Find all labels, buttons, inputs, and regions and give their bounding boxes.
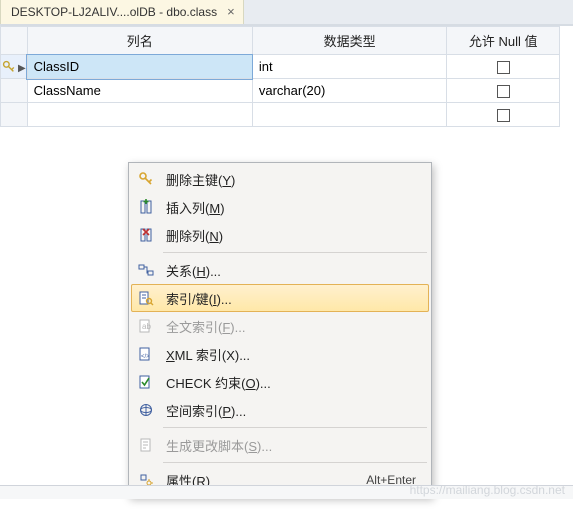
menu-item-delete-col[interactable]: 删除列(N) <box>131 221 429 249</box>
cell-data-type[interactable]: varchar(20) <box>252 79 447 103</box>
tab-title: DESKTOP-LJ2ALIV....olDB - dbo.class <box>11 5 217 19</box>
cell-allow-null[interactable] <box>447 103 560 127</box>
menu-item-label: XML 索引(X)... <box>160 345 422 364</box>
cell-allow-null[interactable] <box>447 55 560 79</box>
spatial-icon <box>132 399 160 421</box>
menu-item-label: 删除主键(Y) <box>160 170 422 189</box>
checkbox-icon[interactable] <box>497 109 510 122</box>
table-row[interactable]: ClassNamevarchar(20) <box>1 79 560 103</box>
key-icon <box>132 168 160 190</box>
cell-column-name[interactable]: ClassName <box>27 79 252 103</box>
menu-item-spatial[interactable]: 空间索引(P)... <box>131 396 429 424</box>
relation-icon <box>132 259 160 281</box>
svg-text:</>: </> <box>141 354 150 360</box>
menu-item-check[interactable]: CHECK 约束(O)... <box>131 368 429 396</box>
menu-item-label: 关系(H)... <box>160 261 422 280</box>
context-menu: 删除主键(Y) 插入列(M) 删除列(N) 关系(H)... 索引/键(I)... ab 全… <box>128 162 432 497</box>
menu-item-label: 全文索引(F)... <box>160 317 422 336</box>
close-icon[interactable]: × <box>225 4 237 19</box>
row-indicator-icon: ▶ <box>18 63 26 74</box>
menu-separator <box>163 427 427 428</box>
delete-col-icon <box>132 224 160 246</box>
menu-item-label: CHECK 约束(O)... <box>160 373 422 392</box>
cell-data-type[interactable]: int <box>252 55 447 79</box>
menu-separator <box>163 252 427 253</box>
insert-col-icon <box>132 196 160 218</box>
checkbox-icon[interactable] <box>497 85 510 98</box>
cell-column-name[interactable] <box>27 103 252 127</box>
column-header-name[interactable]: 列名 <box>27 27 252 55</box>
menu-item-insert-col[interactable]: 插入列(M) <box>131 193 429 221</box>
menu-item-remove-pk[interactable]: 删除主键(Y) <box>131 165 429 193</box>
index-icon <box>132 287 160 309</box>
menu-item-fulltext: ab 全文索引(F)... <box>131 312 429 340</box>
table-row[interactable] <box>1 103 560 127</box>
primary-key-icon <box>2 60 16 74</box>
menu-item-xmlindex[interactable]: </> XML 索引(X)... <box>131 340 429 368</box>
menu-item-label: 索引/键(I)... <box>160 289 422 308</box>
table-row[interactable]: ▶ClassIDint <box>1 55 560 79</box>
column-header-null[interactable]: 允许 Null 值 <box>447 27 560 55</box>
script-icon <box>132 434 160 456</box>
menu-item-label: 删除列(N) <box>160 226 422 245</box>
check-icon <box>132 371 160 393</box>
tab-bar: DESKTOP-LJ2ALIV....olDB - dbo.class × <box>0 0 573 26</box>
menu-item-indexes[interactable]: 索引/键(I)... <box>131 284 429 312</box>
checkbox-icon[interactable] <box>497 61 510 74</box>
table-designer-grid[interactable]: 列名 数据类型 允许 Null 值 ▶ClassIDintClassNameva… <box>0 26 560 127</box>
cell-allow-null[interactable] <box>447 79 560 103</box>
watermark: https://mailiang.blog.csdn.net <box>410 483 565 497</box>
menu-item-relations[interactable]: 关系(H)... <box>131 256 429 284</box>
cell-data-type[interactable] <box>252 103 447 127</box>
cell-column-name[interactable]: ClassID <box>27 55 252 79</box>
menu-item-label: 空间索引(P)... <box>160 401 422 420</box>
row-header[interactable] <box>1 79 28 103</box>
row-header[interactable] <box>1 103 28 127</box>
menu-separator <box>163 462 427 463</box>
corner-header <box>1 27 28 55</box>
menu-item-genscript: 生成更改脚本(S)... <box>131 431 429 459</box>
menu-item-label: 插入列(M) <box>160 198 422 217</box>
document-tab[interactable]: DESKTOP-LJ2ALIV....olDB - dbo.class × <box>0 0 244 24</box>
row-header[interactable]: ▶ <box>1 55 28 79</box>
xml-icon: </> <box>132 343 160 365</box>
column-header-type[interactable]: 数据类型 <box>252 27 447 55</box>
menu-item-label: 生成更改脚本(S)... <box>160 436 422 455</box>
svg-text:ab: ab <box>142 322 151 331</box>
fulltext-icon: ab <box>132 315 160 337</box>
